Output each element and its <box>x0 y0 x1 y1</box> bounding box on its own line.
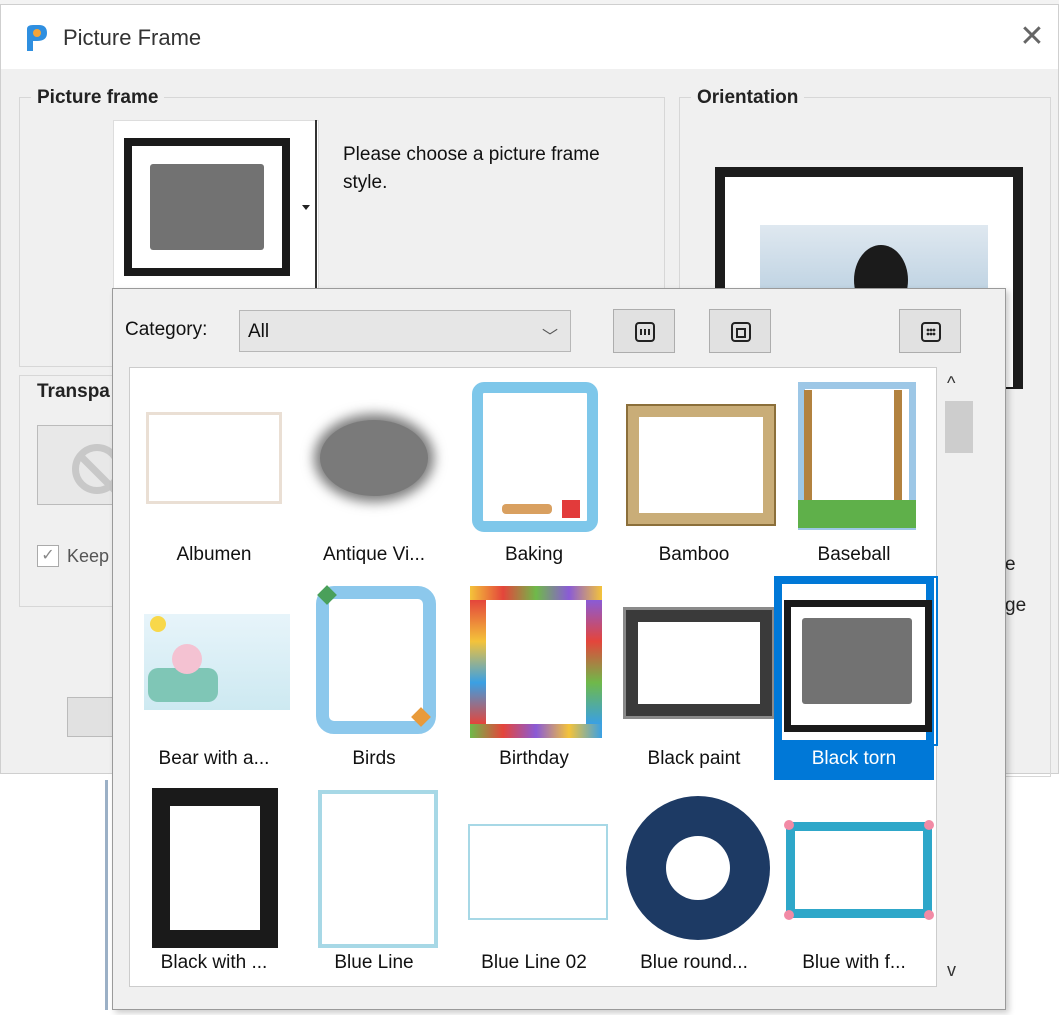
frame-item-label: Blue with f... <box>802 952 906 973</box>
frame-item[interactable]: Baking <box>454 372 614 576</box>
transparency-group-label: Transpa <box>31 381 116 403</box>
black-with-frame-icon <box>142 788 286 948</box>
frame-item[interactable]: Black paint <box>614 576 774 780</box>
blue-line-frame-icon <box>302 788 446 948</box>
blue-round-frame-icon <box>622 788 770 944</box>
baking-frame-icon <box>462 380 606 536</box>
frame-item[interactable]: Birthday <box>454 576 614 780</box>
view-button-2[interactable] <box>709 309 771 353</box>
scroll-up-icon[interactable]: ^ <box>947 373 955 394</box>
close-button[interactable]: ✕ <box>1014 19 1050 55</box>
chevron-down-icon: ﹀ <box>541 329 558 346</box>
albumen-frame-icon <box>142 380 286 536</box>
orientation-text-fragment-2: ge <box>1005 595 1027 616</box>
antique-vignette-frame-icon <box>302 380 446 536</box>
frame-item-label: Black with ... <box>160 952 268 973</box>
frame-item[interactable]: Blue with f... <box>774 780 934 984</box>
category-select[interactable]: All ﹀ <box>239 310 571 352</box>
frame-item-label: Blue round... <box>640 952 748 973</box>
view-button-1[interactable] <box>613 309 675 353</box>
frame-item[interactable]: Birds <box>294 576 454 780</box>
frame-item[interactable]: Blue round... <box>614 780 774 984</box>
frame-item-label: Birds <box>352 748 396 769</box>
frame-item-label: Albumen <box>176 544 252 565</box>
orientation-group-label: Orientation <box>691 87 805 109</box>
frame-item-label: Antique Vi... <box>322 544 426 565</box>
frame-button-divider <box>315 120 317 295</box>
view-grid-icon <box>635 322 655 342</box>
frame-hint-text: Please choose a picture frame style. <box>343 144 600 193</box>
frame-item-label: Bamboo <box>658 544 730 565</box>
frame-item[interactable]: Blue Line <box>294 780 454 984</box>
bear-frame-icon <box>142 584 290 740</box>
keep-checkbox[interactable]: ✓ <box>37 545 59 567</box>
frame-gallery-popup: Category: All ﹀ Albumen Antique Vi... Baki… <box>112 288 1006 1010</box>
frame-item[interactable]: Blue Line 02 <box>454 780 614 984</box>
frame-item-label: Bear with a... <box>158 748 270 769</box>
black-paint-frame-icon <box>622 584 772 740</box>
birthday-frame-icon <box>462 584 606 740</box>
frame-gallery: Albumen Antique Vi... Baking Bamboo Baseball… <box>129 367 938 987</box>
orientation-text-fragment-1: e <box>1005 554 1016 575</box>
frame-item[interactable]: Bear with a... <box>134 576 294 780</box>
scroll-thumb[interactable] <box>945 401 973 453</box>
frame-item-label: Birthday <box>499 748 569 769</box>
black-torn-frame-icon <box>782 584 932 740</box>
view-button-3[interactable] <box>899 309 961 353</box>
frame-item-label: Black paint <box>647 748 741 769</box>
frame-item[interactable]: Baseball <box>774 372 934 576</box>
selected-frame-preview <box>124 138 290 276</box>
window-title: Picture Frame <box>63 25 202 50</box>
blue-with-frame-icon <box>782 788 934 944</box>
frame-item[interactable]: Albumen <box>134 372 294 576</box>
frame-item-label: Black torn <box>811 748 897 769</box>
frame-item-label: Baseball <box>817 544 891 565</box>
view-detail-icon <box>731 322 751 342</box>
title-bar: Picture Frame ✕ <box>1 5 1058 69</box>
background-edge <box>105 780 108 1010</box>
frame-item-label: Baking <box>504 544 564 565</box>
category-label: Category: <box>125 319 208 340</box>
dropdown-arrow-icon <box>302 205 310 210</box>
category-value: All <box>248 321 270 342</box>
keep-label: Keep <box>67 546 110 566</box>
gallery-scrollbar[interactable]: ^ v <box>939 367 975 987</box>
blue-line-02-frame-icon <box>462 788 608 944</box>
frame-item-label: Blue Line <box>334 952 414 973</box>
picture-frame-group-label: Picture frame <box>31 87 165 109</box>
view-small-grid-icon <box>921 322 941 342</box>
frame-item-label: Blue Line 02 <box>481 952 587 973</box>
frame-item[interactable]: Black with ... <box>134 780 294 984</box>
bamboo-frame-icon <box>622 380 776 536</box>
frame-item[interactable]: Bamboo <box>614 372 776 576</box>
frame-style-dropdown-button[interactable] <box>113 120 319 295</box>
frame-item[interactable]: Antique Vi... <box>294 372 454 576</box>
scroll-down-icon[interactable]: v <box>947 960 956 981</box>
app-icon <box>27 25 47 51</box>
baseball-frame-icon <box>782 380 926 536</box>
frame-item[interactable]: Black torn <box>774 576 938 780</box>
birds-frame-icon <box>302 584 446 740</box>
